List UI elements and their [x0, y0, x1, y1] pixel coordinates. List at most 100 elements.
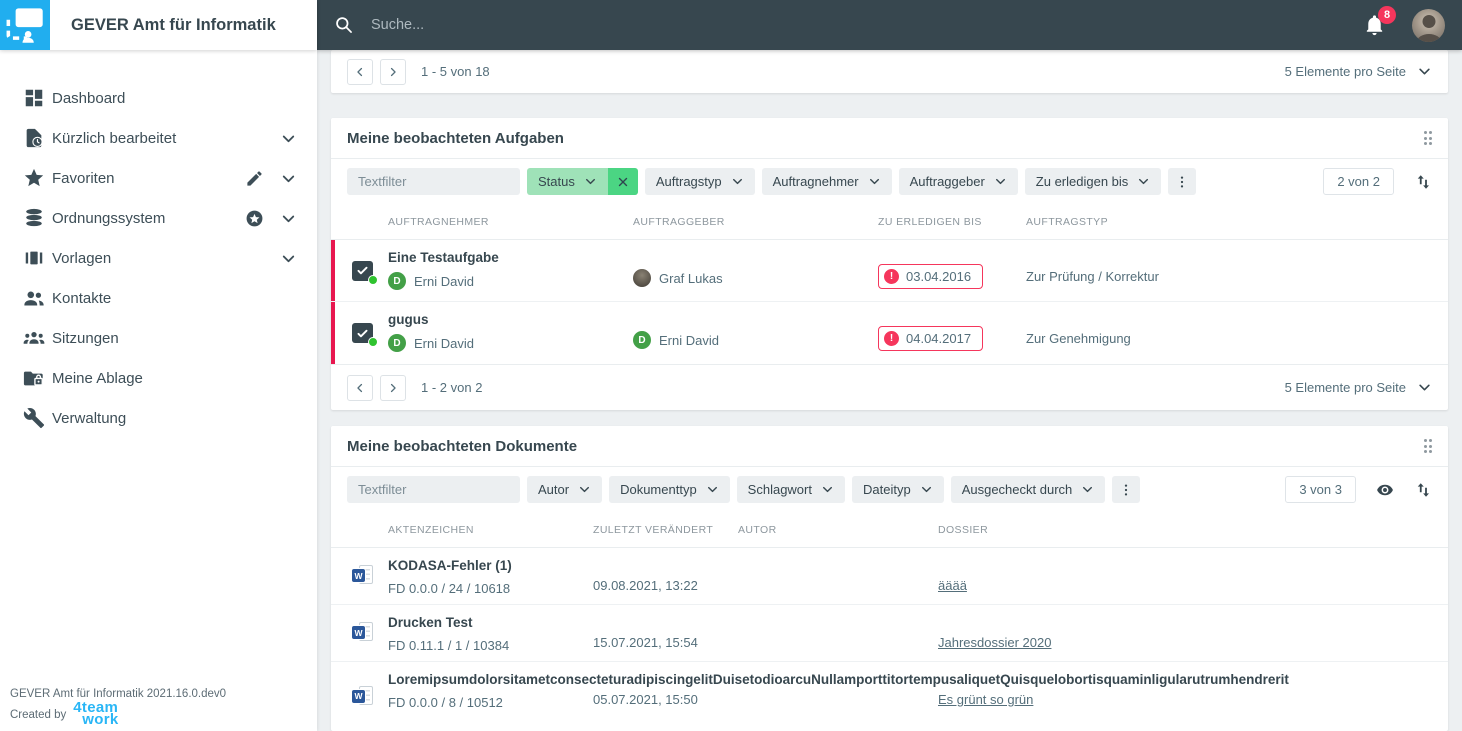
sort-icon	[1417, 174, 1429, 189]
documents-filter-row: Autor Dokumenttyp Schlagwort Dateityp Au…	[331, 467, 1448, 512]
sort-button[interactable]	[1414, 481, 1432, 499]
sidebar-item-label: Verwaltung	[52, 409, 127, 427]
filter-dateityp[interactable]: Dateityp	[851, 476, 944, 503]
document-title[interactable]: Loremipsumdolorsitametconsecteturadipisc…	[388, 671, 1289, 689]
column-header: ZULETZT VERÄNDERT	[593, 523, 714, 536]
table-row[interactable]: W Loremipsumdolorsitametconsecteturadipi…	[331, 662, 1448, 731]
drag-handle-icon[interactable]	[1423, 439, 1432, 453]
edit-pencil-icon[interactable]	[243, 167, 265, 189]
next-page-button[interactable]	[380, 58, 406, 85]
filter-ausgecheckt-durch[interactable]: Ausgecheckt durch	[950, 476, 1106, 503]
task-title[interactable]: gugus	[388, 311, 633, 329]
sidebar-item-administration[interactable]: Verwaltung	[0, 398, 317, 438]
issuer-name: Graf Lukas	[659, 270, 723, 286]
task-checkbox-icon	[352, 323, 378, 347]
sidebar-item-dashboard[interactable]: Dashboard	[0, 78, 317, 118]
filter-auftraggeber[interactable]: Auftraggeber	[898, 168, 1018, 195]
document-clock-icon	[22, 126, 46, 150]
filter-auftragstyp[interactable]: Auftragstyp	[644, 168, 755, 195]
dossier-link[interactable]: Es grünt so grün	[938, 692, 1033, 707]
dossier-link[interactable]: Jahresdossier 2020	[938, 635, 1051, 650]
search-icon	[336, 16, 352, 33]
chevron-down-icon[interactable]	[277, 207, 299, 229]
more-filters-button[interactable]	[1168, 168, 1197, 195]
items-per-page-select[interactable]: 5 Elemente pro Seite	[1285, 380, 1432, 395]
sidebar: GEVER Amt für Informatik Dashboard Kürzl…	[0, 0, 317, 731]
user-avatar[interactable]	[1412, 8, 1445, 42]
column-header: DOSSIER	[938, 523, 989, 536]
page-title: GEVER Amt für Informatik	[71, 15, 276, 34]
avatar: D	[388, 272, 406, 290]
app-version: GEVER Amt für Informatik 2021.16.0.dev0	[10, 688, 227, 700]
visibility-button[interactable]	[1376, 481, 1394, 499]
task-type: Zur Genehmigung	[1026, 331, 1131, 346]
filter-schlagwort[interactable]: Schlagwort	[736, 476, 845, 503]
sidebar-item-label: Dashboard	[52, 89, 126, 107]
search-input[interactable]	[369, 16, 1363, 34]
more-filters-button[interactable]	[1112, 476, 1141, 503]
sidebar-item-label: Kürzlich bearbeitet	[52, 129, 177, 147]
per-page-label: 5 Elemente pro Seite	[1284, 64, 1406, 79]
star-circle-icon[interactable]	[243, 207, 265, 229]
tasks-textfilter-input[interactable]	[347, 168, 520, 195]
chevron-down-icon[interactable]	[277, 247, 299, 269]
dashboard-content: 1 - 5 von 18 5 Elemente pro Seite Meine …	[317, 50, 1462, 731]
table-row[interactable]: W Drucken Test FD 0.11.1 / 1 / 10384 15.…	[331, 605, 1448, 662]
notifications-button[interactable]: 8	[1363, 5, 1396, 37]
items-per-page-select[interactable]: 5 Elemente pro Seite	[1285, 64, 1432, 79]
documents-textfilter-input[interactable]	[347, 476, 520, 503]
sidebar-item-recently-edited[interactable]: Kürzlich bearbeitet	[0, 118, 317, 158]
chevron-down-icon[interactable]	[277, 127, 299, 149]
sidebar-footer: GEVER Amt für Informatik 2021.16.0.dev0 …	[10, 688, 227, 727]
per-page-label: 5 Elemente pro Seite	[1284, 380, 1406, 395]
document-reference: FD 0.0.0 / 24 / 10618	[388, 581, 511, 596]
sidebar-item-label: Meine Ablage	[52, 369, 143, 387]
sidebar-item-favorites[interactable]: Favoriten	[0, 158, 317, 198]
sidebar-item-filing-system[interactable]: Ordnungssystem	[0, 198, 317, 238]
documents-table-header: AKTENZEICHEN ZULETZT VERÄNDERT AUTOR DOS…	[331, 512, 1448, 548]
chevron-down-icon	[1419, 68, 1430, 75]
sidebar-item-my-repository[interactable]: Meine Ablage	[0, 358, 317, 398]
chevron-down-icon	[995, 178, 1005, 185]
app-logo[interactable]	[0, 0, 50, 50]
prev-page-button[interactable]	[347, 58, 373, 85]
filter-dokumenttyp[interactable]: Dokumenttyp	[609, 476, 730, 503]
filter-status-clear-button[interactable]	[607, 168, 638, 195]
chevron-down-icon	[732, 178, 742, 185]
document-title[interactable]: KODASA-Fehler (1)	[388, 557, 593, 575]
4teamwork-logo[interactable]: 4team work	[73, 700, 118, 727]
due-date-badge: ! 03.04.2016	[878, 264, 984, 289]
drag-handle-icon[interactable]	[1423, 131, 1432, 145]
sidebar-item-label: Favoriten	[52, 169, 115, 187]
table-row[interactable]: gugus D Erni David D Erni David ! 04.04.…	[331, 302, 1448, 364]
sort-button[interactable]	[1414, 173, 1432, 191]
sidebar-item-meetings[interactable]: Sitzungen	[0, 318, 317, 358]
sidebar-item-label: Kontakte	[52, 289, 112, 307]
sidebar-item-templates[interactable]: Vorlagen	[0, 238, 317, 278]
filter-status-active[interactable]: Status	[527, 168, 608, 195]
overdue-icon: !	[884, 331, 899, 346]
avatar	[633, 269, 651, 287]
document-reference: FD 0.0.0 / 8 / 10512	[388, 695, 503, 710]
dossier-link[interactable]: ääää	[938, 578, 967, 593]
task-checkbox-icon	[352, 260, 378, 285]
topbar: 8	[317, 0, 1462, 50]
next-page-button[interactable]	[380, 374, 406, 401]
chevron-down-icon	[1419, 384, 1430, 391]
document-title[interactable]: Drucken Test	[388, 614, 593, 632]
assignee-name: Erni David	[414, 335, 474, 351]
filter-auftragnehmer[interactable]: Auftragnehmer	[761, 168, 892, 195]
table-row[interactable]: W KODASA-Fehler (1) FD 0.0.0 / 24 / 1061…	[331, 548, 1448, 605]
prev-page-button[interactable]	[347, 374, 373, 401]
chevron-down-icon[interactable]	[277, 167, 299, 189]
filter-zu-erledigen-bis[interactable]: Zu erledigen bis	[1024, 168, 1162, 195]
sidebar-item-contacts[interactable]: Kontakte	[0, 278, 317, 318]
table-row[interactable]: Eine Testaufgabe D Erni David Graf Lukas…	[331, 240, 1448, 302]
filter-autor[interactable]: Autor	[527, 476, 603, 503]
templates-icon	[22, 246, 46, 270]
chevron-down-icon	[707, 486, 717, 493]
task-title[interactable]: Eine Testaufgabe	[388, 249, 633, 267]
gever-logo-icon	[6, 8, 43, 43]
sidebar-nav: Dashboard Kürzlich bearbeitet Favoriten	[0, 50, 317, 438]
word-document-icon: W	[352, 685, 376, 709]
